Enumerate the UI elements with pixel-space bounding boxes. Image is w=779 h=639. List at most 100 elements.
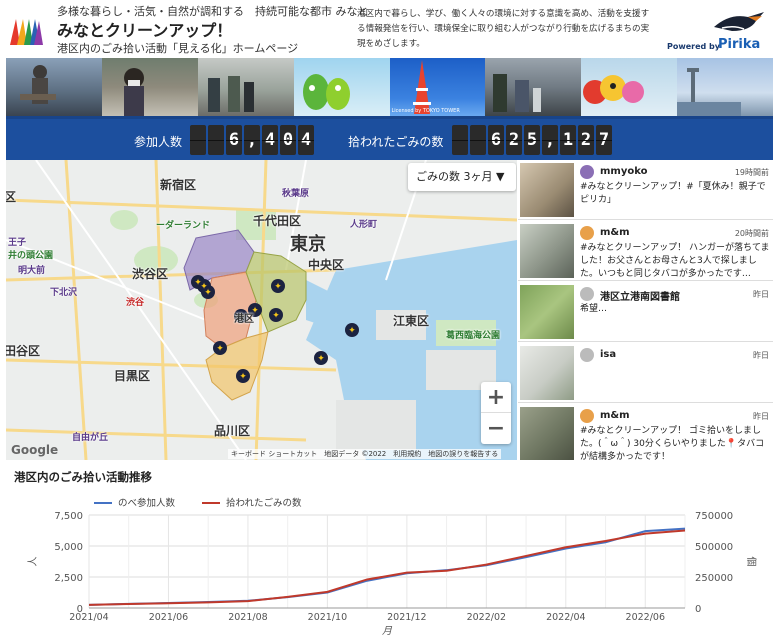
series-line-1: [88, 527, 686, 606]
counter-digit: ,: [244, 125, 260, 155]
photo-banner: Licensed by TOKYO TOWER: [6, 58, 773, 116]
counter-digit: 7: [596, 125, 612, 155]
map-canvas[interactable]: ✦✦✦ ✦✦✦ ✦✦✦ ✦✦: [6, 160, 517, 460]
feed-time: 昨日: [753, 412, 769, 421]
counter-digit: 4: [298, 125, 314, 155]
banner-photo-mascots: [293, 58, 390, 116]
map-label: 中央区: [308, 258, 345, 272]
feed-text: #みなとクリーンアップ！#「夏休み！親子でピリカ」: [580, 182, 766, 205]
map-panel[interactable]: ✦ ✦ ✦ ✦ ✦ ✦ ✦ ✦ ✦ ✦ ✦ 新宿区 千代田区 東京 中央区 渋谷区 江東区 目…: [6, 160, 517, 460]
feed-photo[interactable]: [520, 346, 574, 400]
svg-text:✦: ✦: [239, 372, 247, 382]
map-label: 渋谷: [126, 298, 145, 308]
x-tick-label: 2021/12: [387, 612, 426, 623]
x-axis-label: 月: [382, 626, 393, 637]
y-tick-label-left: 5,000: [54, 542, 83, 553]
feed-item[interactable]: mmyoko 19時間前 #みなとクリーンアップ！#「夏休み！親子でピリカ」: [518, 160, 773, 220]
svg-text:✦: ✦: [317, 354, 325, 364]
feed-user-name[interactable]: 港区立港南図書館: [600, 288, 680, 303]
map-label: 葛西臨海公園: [446, 331, 501, 341]
counter-digit: 5: [524, 125, 540, 155]
svg-text:✦: ✦: [204, 288, 212, 298]
map-label: 品川区: [214, 424, 251, 438]
counter-digit: 1: [560, 125, 576, 155]
header: 多様な暮らし・活気・自然が調和する 持続可能な都市 みなと みなとクリーンアップ…: [0, 0, 779, 58]
pirika-bird-icon: [714, 12, 764, 31]
activity-feed: mmyoko 19時間前 #みなとクリーンアップ！#「夏休み！親子でピリカ」 m…: [518, 160, 773, 460]
map-label: 江東区: [393, 314, 430, 328]
powered-by-label: Powered by: [667, 42, 720, 51]
feed-user-name[interactable]: m&m: [600, 227, 630, 238]
svg-text:✦: ✦: [272, 311, 280, 321]
y-axis-label-right: 個: [745, 557, 758, 567]
participants-label: 参加人数: [134, 135, 183, 149]
user-avatar: [580, 226, 594, 240]
page-title: みなとクリーンアップ！: [57, 21, 233, 40]
map-label: ーダーランド: [156, 221, 211, 231]
participants-counter: 6 , 4 0 4: [190, 125, 314, 155]
x-tick-label: 2021/06: [149, 612, 188, 623]
counter-digit: [208, 125, 224, 155]
x-tick-label: 2022/02: [467, 612, 506, 623]
feed-item[interactable]: m&m 昨日 #みなとクリーンアップ！ ゴミ拾いをしました。(＾ω＾) 30分く…: [518, 404, 773, 460]
map-label: 目黒区: [114, 369, 151, 383]
counter-digit: 4: [262, 125, 278, 155]
svg-text:✦: ✦: [274, 282, 282, 292]
y-tick-label-right: 0: [695, 604, 701, 615]
tokyo-tower-license: Licensed by TOKYO TOWER: [391, 108, 460, 114]
feed-photo[interactable]: [520, 285, 574, 339]
counter-digit: 2: [578, 125, 594, 155]
stats-bar: 参加人数 6 , 4 0 4 拾われたごみの数 6 2 5 , 1 2 7: [6, 116, 773, 160]
map-label: 秋葉原: [282, 189, 310, 199]
chart-title: 港区内のごみ拾い活動推移: [14, 470, 152, 484]
banner-photo-characters: [581, 58, 678, 116]
feed-text: 希望…: [580, 304, 608, 314]
map-label: 渋谷区: [132, 267, 169, 281]
legend-label: 拾われたごみの数: [226, 497, 302, 509]
map-label: 井の頭公園: [8, 251, 54, 261]
map-label: 新宿区: [160, 178, 197, 192]
map-label: 明大前: [18, 266, 46, 276]
map-attribution[interactable]: キーボード ショートカット 地図データ ©2022 利用規約 地図の誤りを報告す…: [228, 449, 502, 459]
counter-digit: 2: [506, 125, 522, 155]
zoom-control: + −: [481, 382, 511, 444]
banner-photo-tokyo-tower: Licensed by TOKYO TOWER: [389, 58, 486, 116]
x-tick-label: 2021/08: [228, 612, 267, 623]
map-label: 田谷区: [6, 344, 41, 358]
map-label: 港区: [234, 314, 254, 325]
svg-text:✦: ✦: [216, 344, 224, 354]
feed-item[interactable]: isa 昨日: [518, 343, 773, 403]
pirika-brand-link[interactable]: Pirika: [718, 37, 760, 52]
feed-item[interactable]: 港区立港南図書館 昨日 希望…: [518, 282, 773, 342]
zoom-in-button[interactable]: +: [481, 382, 511, 413]
feed-item[interactable]: m&m 20時間前 #みなとクリーンアップ！ ハンガーが落ちてました！お父さんと…: [518, 221, 773, 281]
x-tick-label: 2022/04: [546, 612, 585, 623]
map-label: 人形町: [350, 220, 378, 230]
y-tick-label-right: 250000: [695, 573, 733, 584]
feed-user-name[interactable]: isa: [600, 349, 616, 360]
feed-text: #みなとクリーンアップ！ ゴミ拾いをしました。(＾ω＾) 30分くらいやりました…: [580, 426, 765, 460]
feed-user-name[interactable]: mmyoko: [600, 166, 647, 177]
google-logo: Google: [11, 443, 59, 457]
banner-photo-street-cleanup: [485, 58, 582, 116]
x-tick-label: 2022/06: [626, 612, 665, 623]
feed-time: 昨日: [753, 290, 769, 299]
trash-period-dropdown[interactable]: ごみの数 3ヶ月 ▼: [408, 163, 516, 191]
banner-photo-cleanup-group: [197, 58, 294, 116]
counter-digit: 6: [488, 125, 504, 155]
series-line-2: [88, 529, 686, 606]
feed-photo[interactable]: [520, 224, 574, 278]
svg-text:✦: ✦: [348, 326, 356, 336]
feed-photo[interactable]: [520, 407, 574, 460]
counter-digit: [190, 125, 206, 155]
banner-photo-volunteer: [101, 58, 198, 116]
trash-count-label: 拾われたごみの数: [348, 135, 444, 149]
zoom-out-button[interactable]: −: [481, 413, 511, 444]
banner-photo-statue: [6, 58, 102, 116]
counter-digit: ,: [542, 125, 558, 155]
y-tick-label-right: 500000: [695, 542, 733, 553]
counter-digit: 6: [226, 125, 242, 155]
y-tick-label-left: 2,500: [54, 573, 83, 584]
feed-user-name[interactable]: m&m: [600, 410, 630, 421]
feed-photo[interactable]: [520, 163, 574, 217]
